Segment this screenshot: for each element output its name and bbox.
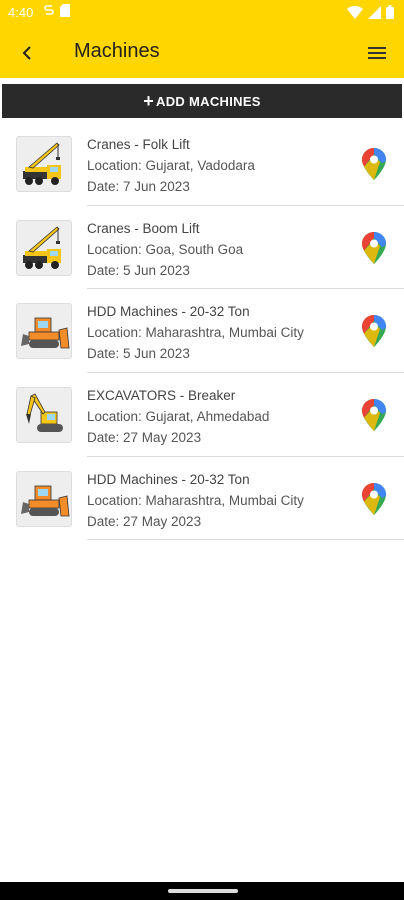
machine-thumbnail: [16, 387, 72, 444]
bulldozer-icon: [21, 317, 70, 349]
menu-button[interactable]: [362, 38, 392, 68]
crane-truck-icon: [23, 226, 61, 269]
sd-card-icon: [60, 4, 70, 17]
machine-list: Cranes - Folk Lift Location: Gujarat, Va…: [0, 122, 404, 541]
machine-date: Date: 27 May 2023: [87, 513, 202, 529]
hamburger-menu-icon: [368, 47, 386, 59]
machine-list-item-5[interactable]: HDD Machines - 20-32 Ton Location: Mahar…: [0, 457, 404, 541]
add-machines-label: ADD MACHINES: [156, 93, 261, 109]
machine-location: Location: Gujarat, Vadodara: [87, 158, 255, 173]
machine-thumbnail: [16, 470, 72, 527]
machine-name: Cranes - Folk Lift: [87, 137, 190, 152]
machine-thumbnail: [16, 136, 72, 192]
excavator-icon: [26, 393, 63, 433]
wifi-icon: [347, 5, 363, 19]
machine-name: HDD Machines - 20-32 Ton: [87, 471, 250, 487]
page-title: Machines: [74, 40, 160, 62]
machine-name: EXCAVATORS - Breaker: [87, 388, 236, 404]
machine-location: Location: Gujarat, Ahmedabad: [87, 409, 270, 425]
machine-date: Date: 27 May 2023: [87, 430, 202, 446]
status-time: 4:40: [8, 5, 34, 20]
chevron-left-icon: [22, 46, 31, 60]
machine-name: HDD Machines - 20-32 Ton: [87, 304, 250, 320]
machine-thumbnail: [16, 219, 72, 276]
machine-location: Location: Goa, South Goa: [87, 241, 244, 257]
app-bar: Machines: [0, 26, 404, 78]
add-machines-button[interactable]: + ADD MACHINES: [2, 84, 402, 118]
machine-thumbnail: [16, 303, 72, 360]
back-button[interactable]: [12, 38, 42, 68]
signal-icon: [368, 5, 381, 19]
machine-list-item-1[interactable]: Cranes - Folk Lift Location: Gujarat, Va…: [0, 122, 404, 206]
map-pin-icon[interactable]: [362, 399, 386, 432]
machine-date: Date: 5 Jun 2023: [87, 346, 190, 362]
battery-icon: [386, 5, 394, 19]
home-gesture-handle[interactable]: [168, 889, 238, 893]
bulldozer-icon: [21, 485, 70, 517]
machine-location: Location: Maharashtra, Mumbai City: [87, 325, 304, 341]
map-pin-icon[interactable]: [362, 148, 386, 180]
notification-s-icon: [44, 5, 54, 15]
machine-list-item-4[interactable]: EXCAVATORS - Breaker Location: Gujarat, …: [0, 373, 404, 457]
machine-list-item-2[interactable]: Cranes - Boom Lift Location: Goa, South …: [0, 206, 404, 290]
list-divider: [87, 539, 404, 541]
machine-date: Date: 5 Jun 2023: [87, 262, 190, 278]
machine-location: Location: Maharashtra, Mumbai City: [87, 492, 304, 508]
machine-name: Cranes - Boom Lift: [87, 220, 200, 236]
crane-truck-icon: [23, 142, 61, 185]
machine-date: Date: 7 Jun 2023: [87, 179, 190, 194]
status-bar: 4:40: [0, 0, 404, 26]
map-pin-icon[interactable]: [362, 482, 386, 515]
map-pin-icon[interactable]: [362, 231, 386, 264]
plus-icon: +: [143, 91, 155, 111]
system-nav-bar: [0, 882, 404, 900]
map-pin-icon[interactable]: [362, 315, 386, 348]
machine-list-item-3[interactable]: HDD Machines - 20-32 Ton Location: Mahar…: [0, 289, 404, 374]
